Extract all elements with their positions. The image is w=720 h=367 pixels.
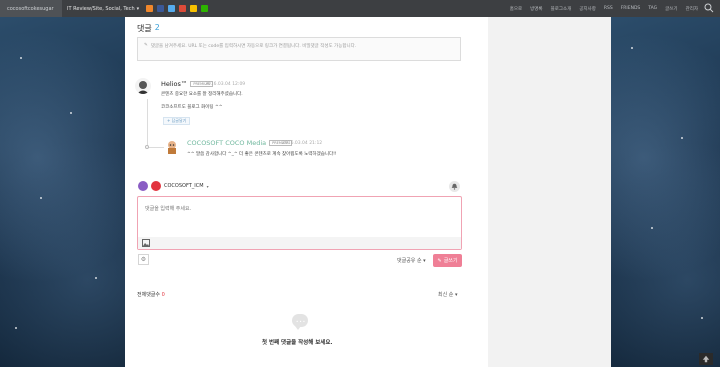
- background-left: [0, 17, 125, 367]
- background-right: [611, 17, 720, 367]
- googleplus-icon[interactable]: [179, 5, 187, 12]
- bell-icon[interactable]: [449, 181, 460, 192]
- scroll-top-button[interactable]: [699, 353, 713, 365]
- total-comments: 전체댓글수 0: [137, 291, 165, 298]
- sort-order-dropdown[interactable]: 최신 순 ▾: [438, 291, 458, 298]
- top-bar: cocosoftcokesugar IT Review/Site, Social…: [0, 0, 720, 17]
- naver-icon[interactable]: [201, 5, 209, 12]
- chevron-down-icon[interactable]: ▾: [207, 184, 209, 189]
- top-link-tag[interactable]: TAG: [648, 6, 657, 11]
- submit-comment-label: 글쓰기: [443, 258, 458, 264]
- top-link-friends[interactable]: FRIENDS: [621, 6, 641, 11]
- textarea-toolbar: [138, 237, 461, 249]
- image-upload-icon[interactable]: [142, 239, 150, 247]
- chevron-down-icon: ▾: [136, 5, 140, 12]
- kakaostory-icon[interactable]: [190, 5, 198, 12]
- blog-name[interactable]: cocosoftcokesugar: [0, 0, 62, 17]
- comment-writer: COCOSOFT_ICM ▾: [138, 181, 209, 191]
- blog-category-select[interactable]: IT Review/Site, Social, Tech ▾: [67, 6, 139, 12]
- top-links: 홈으로 방명록 블로그소개 공지사항 RSS FRIENDS TAG 글쓰기 관…: [510, 0, 698, 17]
- comment-text: 코코소프트도 블로그 화이팅 ^^: [161, 105, 223, 110]
- sidebar-area: [488, 17, 611, 367]
- total-comments-label: 전체댓글수: [137, 292, 161, 298]
- top-link-home[interactable]: 홈으로: [510, 6, 522, 12]
- top-link-admin[interactable]: 관리자: [686, 6, 698, 12]
- top-link-about[interactable]: 블로그소개: [551, 6, 572, 12]
- reply-date: 2016.03.04 21:12: [282, 141, 323, 146]
- top-link-notice[interactable]: 공지사항: [579, 6, 596, 12]
- comment-share-option-label: 댓글공유 순: [397, 258, 422, 264]
- thread-connector: [147, 147, 165, 148]
- avatar[interactable]: [135, 78, 151, 94]
- pencil-icon: ✎: [144, 43, 148, 48]
- twitter-icon[interactable]: [168, 5, 176, 12]
- settings-button[interactable]: ⚙: [138, 254, 149, 265]
- top-link-write[interactable]: 글쓰기: [665, 6, 677, 12]
- rss-icon[interactable]: [146, 5, 154, 12]
- submit-comment-button[interactable]: ✎ 글쓰기: [433, 254, 462, 267]
- blog-category-label: IT Review/Site, Social, Tech: [67, 5, 135, 12]
- user-avatar[interactable]: [138, 181, 148, 191]
- comment-author-name: Helios™: [161, 80, 188, 88]
- reply-button[interactable]: + 답글달기: [163, 117, 191, 125]
- search-icon[interactable]: [704, 3, 714, 13]
- comments-heading: 댓글 2: [137, 23, 160, 34]
- gear-icon: ⚙: [140, 256, 147, 263]
- facebook-icon[interactable]: [157, 5, 165, 12]
- kakao-badge-icon: [151, 181, 161, 191]
- writer-name: COCOSOFT_ICM: [164, 183, 204, 189]
- reply-author-name: COCOSOFT COCO Media: [187, 139, 267, 147]
- comments-count: 2: [154, 23, 160, 32]
- comment-notice-text: 댓글을 남겨주세요. URL 또는 code를 입력하시면 자동으로 링크가 연…: [150, 44, 357, 49]
- sort-order-label: 최신 순: [438, 292, 454, 298]
- comment-input-box: [137, 196, 462, 250]
- empty-comments-message: 첫 번째 댓글을 작성해 보세요.: [262, 340, 333, 346]
- sns-links: [146, 5, 209, 12]
- pencil-icon: ✎: [437, 257, 442, 264]
- total-comments-count: 0: [161, 292, 165, 298]
- comments-title: 댓글: [137, 24, 152, 33]
- avatar[interactable]: [164, 139, 180, 155]
- comment-share-option[interactable]: 댓글공유 순 ▾: [397, 257, 426, 264]
- top-link-rss[interactable]: RSS: [604, 6, 613, 11]
- thread-line: [147, 99, 148, 147]
- reply-author[interactable]: COCOSOFT COCO Media PREMIUM: [187, 139, 292, 147]
- comment-textarea[interactable]: [138, 197, 461, 237]
- arrow-up-icon: [702, 355, 710, 363]
- comment-text: 콘텐츠 중요한 요소를 잘 정리해주셨습니다.: [161, 92, 243, 97]
- comment-date: 2016.03.04 12:09: [205, 82, 246, 87]
- reply-text: ^^ 말씀 감사합니다 ^_^ 더 좋은 콘텐츠로 계속 찾아뵙도록 노력하겠습…: [187, 152, 337, 157]
- speech-bubble-icon: •••: [292, 314, 308, 330]
- top-link-guestbook[interactable]: 방명록: [530, 6, 542, 12]
- comment-notice: ✎ 댓글을 남겨주세요. URL 또는 code를 입력하시면 자동으로 링크가…: [137, 37, 461, 61]
- thread-dot: [145, 145, 149, 149]
